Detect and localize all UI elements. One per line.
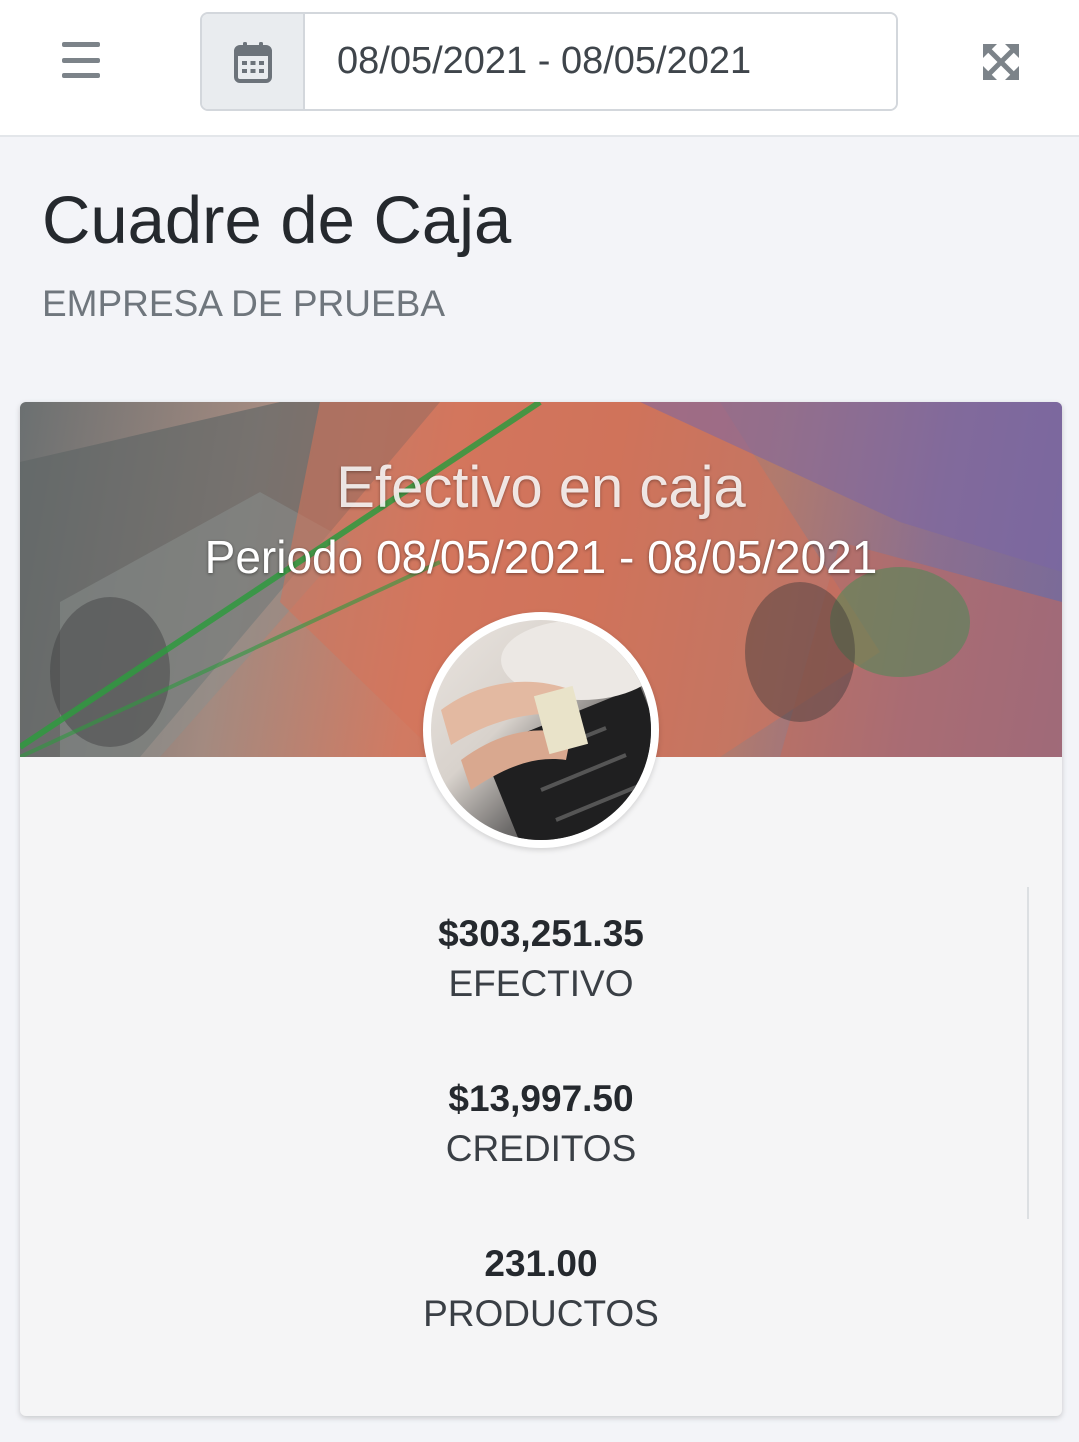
stat-label: CREDITOS (445, 1128, 637, 1169)
card-period: Periodo 08/05/2021 - 08/05/2021 (204, 531, 878, 583)
cash-drawer-image (431, 620, 651, 840)
stat-efectivo: $303,251.35 EFECTIVO (20, 912, 1062, 1077)
card-title: Efectivo en caja (336, 455, 746, 520)
page-subtitle: EMPRESA DE PRUEBA (42, 283, 446, 324)
stat-creditos: $13,997.50 CREDITOS (20, 1077, 1062, 1242)
top-bar (0, 0, 1079, 137)
stat-label: PRODUCTOS (423, 1293, 659, 1334)
date-range-input[interactable] (305, 14, 896, 109)
stat-value: $303,251.35 (438, 913, 644, 954)
calendar-icon[interactable] (202, 14, 305, 109)
expand-icon[interactable] (974, 35, 1028, 89)
date-range-picker[interactable] (200, 12, 898, 111)
stat-label: EFECTIVO (448, 963, 634, 1004)
stats-list: $303,251.35 EFECTIVO $13,997.50 CREDITOS… (20, 912, 1062, 1407)
page-title: Cuadre de Caja (42, 183, 512, 258)
cash-drawer-avatar (423, 612, 659, 848)
hamburger-icon[interactable] (56, 38, 106, 82)
stat-productos: 231.00 PRODUCTOS (20, 1242, 1062, 1407)
cash-summary-card: Efectivo en caja Periodo 08/05/2021 - 08… (20, 402, 1062, 1416)
stat-value: 231.00 (484, 1243, 598, 1284)
stat-value: $13,997.50 (448, 1078, 634, 1119)
